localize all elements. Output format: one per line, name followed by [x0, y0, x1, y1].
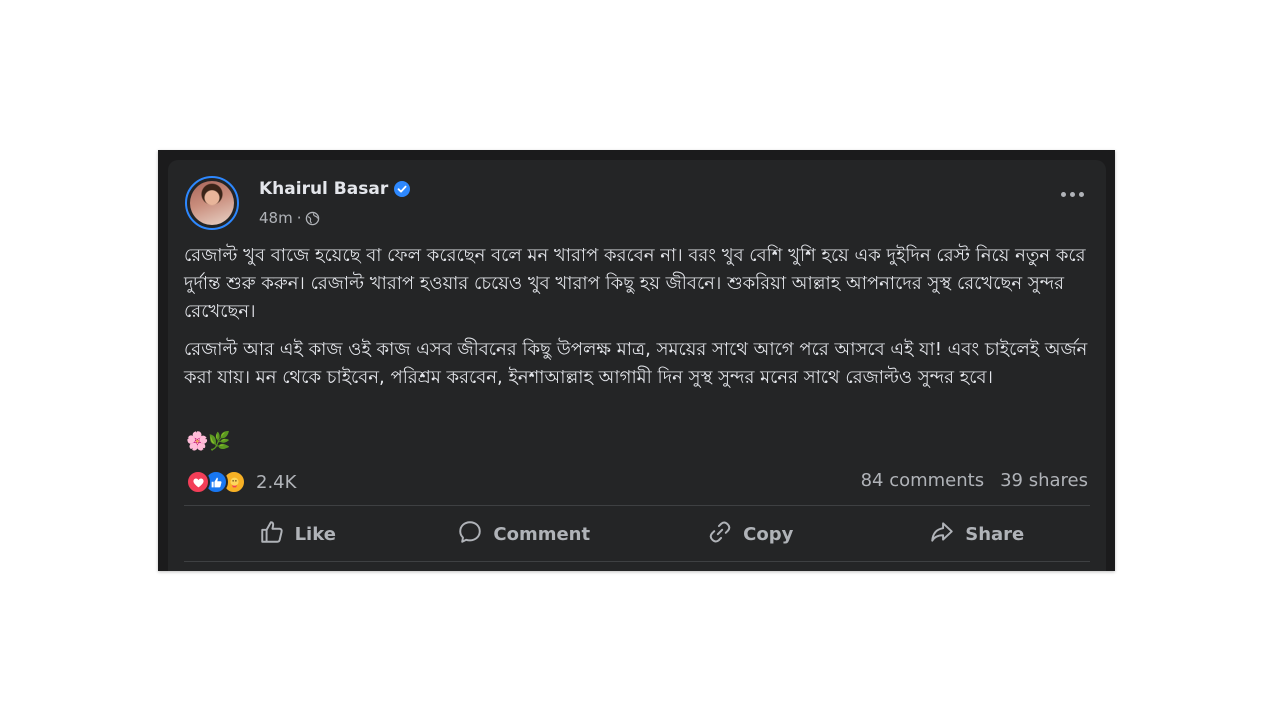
dot: [1060, 191, 1066, 197]
author-avatar[interactable]: [185, 176, 239, 230]
avatar-image: [190, 181, 234, 225]
like-button[interactable]: Like: [184, 510, 411, 558]
author-name[interactable]: Khairul Basar: [259, 179, 388, 199]
dot: [1069, 191, 1075, 197]
more-options-icon[interactable]: [1058, 186, 1086, 202]
post-emojis: 🌸🌿: [186, 431, 231, 452]
divider: [184, 561, 1090, 562]
link-icon: [707, 519, 733, 550]
comment-button[interactable]: Comment: [411, 510, 638, 558]
post-body: রেজাল্ট খুব বাজে হয়েছে বা ফেল করেছেন বল…: [184, 242, 1089, 402]
post-stats: 84 comments 39 shares: [861, 470, 1088, 491]
verified-badge-icon: [394, 181, 411, 197]
post-card: Khairul Basar 48m · রেজাল্ট খুব বাজে হয়…: [168, 160, 1106, 571]
post-meta: 48m ·: [259, 209, 320, 227]
divider: [184, 505, 1090, 506]
love-icon: [186, 470, 210, 494]
comments-count[interactable]: 84 comments: [861, 470, 985, 491]
screenshot-frame: Khairul Basar 48m · রেজাল্ট খুব বাজে হয়…: [158, 150, 1115, 571]
thumbs-up-icon: [259, 519, 285, 550]
action-bar: Like Comment Copy Share: [184, 510, 1090, 558]
meta-separator: ·: [296, 209, 302, 227]
shares-count[interactable]: 39 shares: [1000, 470, 1088, 491]
post-header: Khairul Basar: [259, 179, 411, 199]
reaction-count: 2.4K: [256, 471, 297, 493]
globe-icon: [305, 211, 320, 226]
share-button[interactable]: Share: [864, 510, 1091, 558]
copy-button[interactable]: Copy: [637, 510, 864, 558]
comment-label: Comment: [493, 523, 591, 545]
like-label: Like: [294, 523, 336, 545]
reactions-summary[interactable]: 2.4K: [186, 468, 296, 496]
post-paragraph: রেজাল্ট খুব বাজে হয়েছে বা ফেল করেছেন বল…: [184, 245, 1086, 322]
dot: [1078, 191, 1084, 197]
copy-label: Copy: [743, 523, 794, 545]
share-label: Share: [965, 523, 1025, 545]
comment-bubble-icon: [457, 519, 483, 550]
post-paragraph: রেজাল্ট আর এই কাজ ওই কাজ এসব জীবনের কিছু…: [184, 339, 1088, 388]
post-timestamp[interactable]: 48m: [259, 209, 293, 227]
share-arrow-icon: [929, 519, 955, 550]
